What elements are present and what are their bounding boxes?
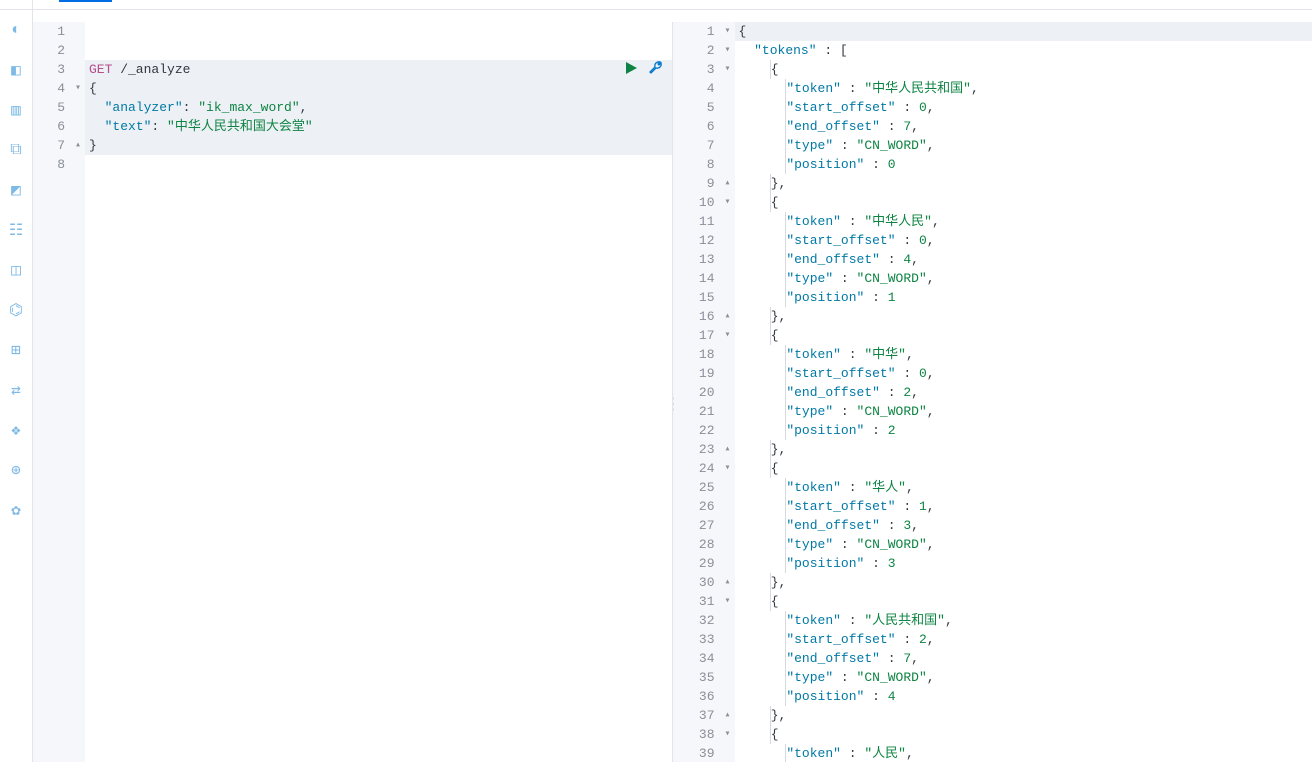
code-line: "token" : "华人", — [735, 478, 1312, 497]
code-line: }, — [735, 440, 1312, 459]
nav-icon-7[interactable]: ◫ — [0, 250, 32, 290]
nav-icon-2[interactable]: ◧ — [0, 50, 32, 90]
code-line: GET /_analyze — [85, 60, 672, 79]
request-fold: ▾ ▴ — [71, 22, 85, 762]
nav-icon-12[interactable]: ⊕ — [0, 450, 32, 490]
code-line: "start_offset" : 2, — [735, 630, 1312, 649]
code-line: { — [735, 193, 1312, 212]
nav-icon-13[interactable]: ✿ — [0, 490, 32, 530]
code-line: "position" : 0 — [735, 155, 1312, 174]
code-line: "start_offset" : 0, — [735, 98, 1312, 117]
code-line: { — [735, 725, 1312, 744]
nav-icon-4[interactable]: ⧉ — [0, 130, 32, 170]
code-line: "token" : "人民", — [735, 744, 1312, 762]
editor-split: 1 2 3 4 5 6 7 8 ▾ ▴ GET /_analyze { "ana… — [33, 22, 1312, 762]
code-line: { — [735, 22, 1312, 41]
code-line: "start_offset" : 0, — [735, 231, 1312, 250]
code-line: "start_offset" : 1, — [735, 497, 1312, 516]
code-line: "type" : "CN_WORD", — [735, 402, 1312, 421]
code-line: "type" : "CN_WORD", — [735, 535, 1312, 554]
code-line — [85, 22, 672, 41]
nav-icon-10[interactable]: ⇄ — [0, 370, 32, 410]
code-line: }, — [735, 174, 1312, 193]
code-line: "end_offset" : 7, — [735, 649, 1312, 668]
nav-icon-9[interactable]: ⊞ — [0, 330, 32, 370]
code-line: "type" : "CN_WORD", — [735, 668, 1312, 687]
code-line: { — [735, 459, 1312, 478]
nav-icon-3[interactable]: ▥ — [0, 90, 32, 130]
code-line: "text": "中华人民共和国大会堂" — [85, 117, 672, 136]
code-line — [85, 41, 672, 60]
run-icon[interactable] — [624, 61, 638, 75]
code-line: { — [85, 79, 672, 98]
wrench-icon[interactable] — [648, 60, 664, 76]
code-line: "analyzer": "ik_max_word", — [85, 98, 672, 117]
code-line: { — [735, 60, 1312, 79]
code-line: "type" : "CN_WORD", — [735, 136, 1312, 155]
request-code[interactable]: GET /_analyze { "analyzer": "ik_max_word… — [85, 22, 672, 762]
code-line: "position" : 2 — [735, 421, 1312, 440]
code-line: "type" : "CN_WORD", — [735, 269, 1312, 288]
code-line: } — [85, 136, 672, 155]
code-line: "token" : "中华人民共和国", — [735, 79, 1312, 98]
code-line: }, — [735, 706, 1312, 725]
code-line: "end_offset" : 3, — [735, 516, 1312, 535]
nav-icon-1[interactable]: ◐ — [0, 10, 32, 50]
code-line: { — [735, 326, 1312, 345]
code-line: }, — [735, 573, 1312, 592]
request-pane[interactable]: 1 2 3 4 5 6 7 8 ▾ ▴ GET /_analyze { "ana… — [33, 22, 673, 762]
response-gutter: 1234567891011121314151617181920212223242… — [673, 22, 721, 762]
top-divider — [0, 9, 1312, 10]
splitter-handle-icon[interactable]: ⋮ — [673, 394, 677, 414]
code-line: "position" : 1 — [735, 288, 1312, 307]
response-fold: ▾▾▾▴▾▴▾▴▾▴▾▴▾ — [721, 22, 735, 762]
code-line: "token" : "中华", — [735, 345, 1312, 364]
code-line: "token" : "中华人民", — [735, 212, 1312, 231]
request-path: /_analyze — [112, 62, 190, 77]
http-method: GET — [89, 62, 112, 77]
nav-icon-8[interactable]: ⌬ — [0, 290, 32, 330]
code-line: "end_offset" : 2, — [735, 383, 1312, 402]
code-line: { — [735, 592, 1312, 611]
code-line: "end_offset" : 7, — [735, 117, 1312, 136]
request-actions — [624, 60, 664, 76]
code-line: "start_offset" : 0, — [735, 364, 1312, 383]
code-line: "position" : 3 — [735, 554, 1312, 573]
code-line: }, — [735, 307, 1312, 326]
code-line — [85, 155, 672, 174]
response-code[interactable]: { "tokens" : [ { "token" : "中华人民共和国", "s… — [735, 22, 1312, 762]
response-pane[interactable]: ⋮ 12345678910111213141516171819202122232… — [673, 22, 1312, 762]
nav-icon-6[interactable]: ☷ — [0, 210, 32, 250]
code-line: "end_offset" : 4, — [735, 250, 1312, 269]
code-line: "tokens" : [ — [735, 41, 1312, 60]
left-iconbar: ◐ ◧ ▥ ⧉ ◩ ☷ ◫ ⌬ ⊞ ⇄ ❖ ⊕ ✿ — [0, 0, 33, 762]
code-line: "token" : "人民共和国", — [735, 611, 1312, 630]
top-border — [0, 0, 1312, 2]
tab-active-underline — [59, 0, 112, 2]
request-gutter: 1 2 3 4 5 6 7 8 — [33, 22, 71, 762]
code-line: "position" : 4 — [735, 687, 1312, 706]
nav-icon-11[interactable]: ❖ — [0, 410, 32, 450]
nav-icon-5[interactable]: ◩ — [0, 170, 32, 210]
